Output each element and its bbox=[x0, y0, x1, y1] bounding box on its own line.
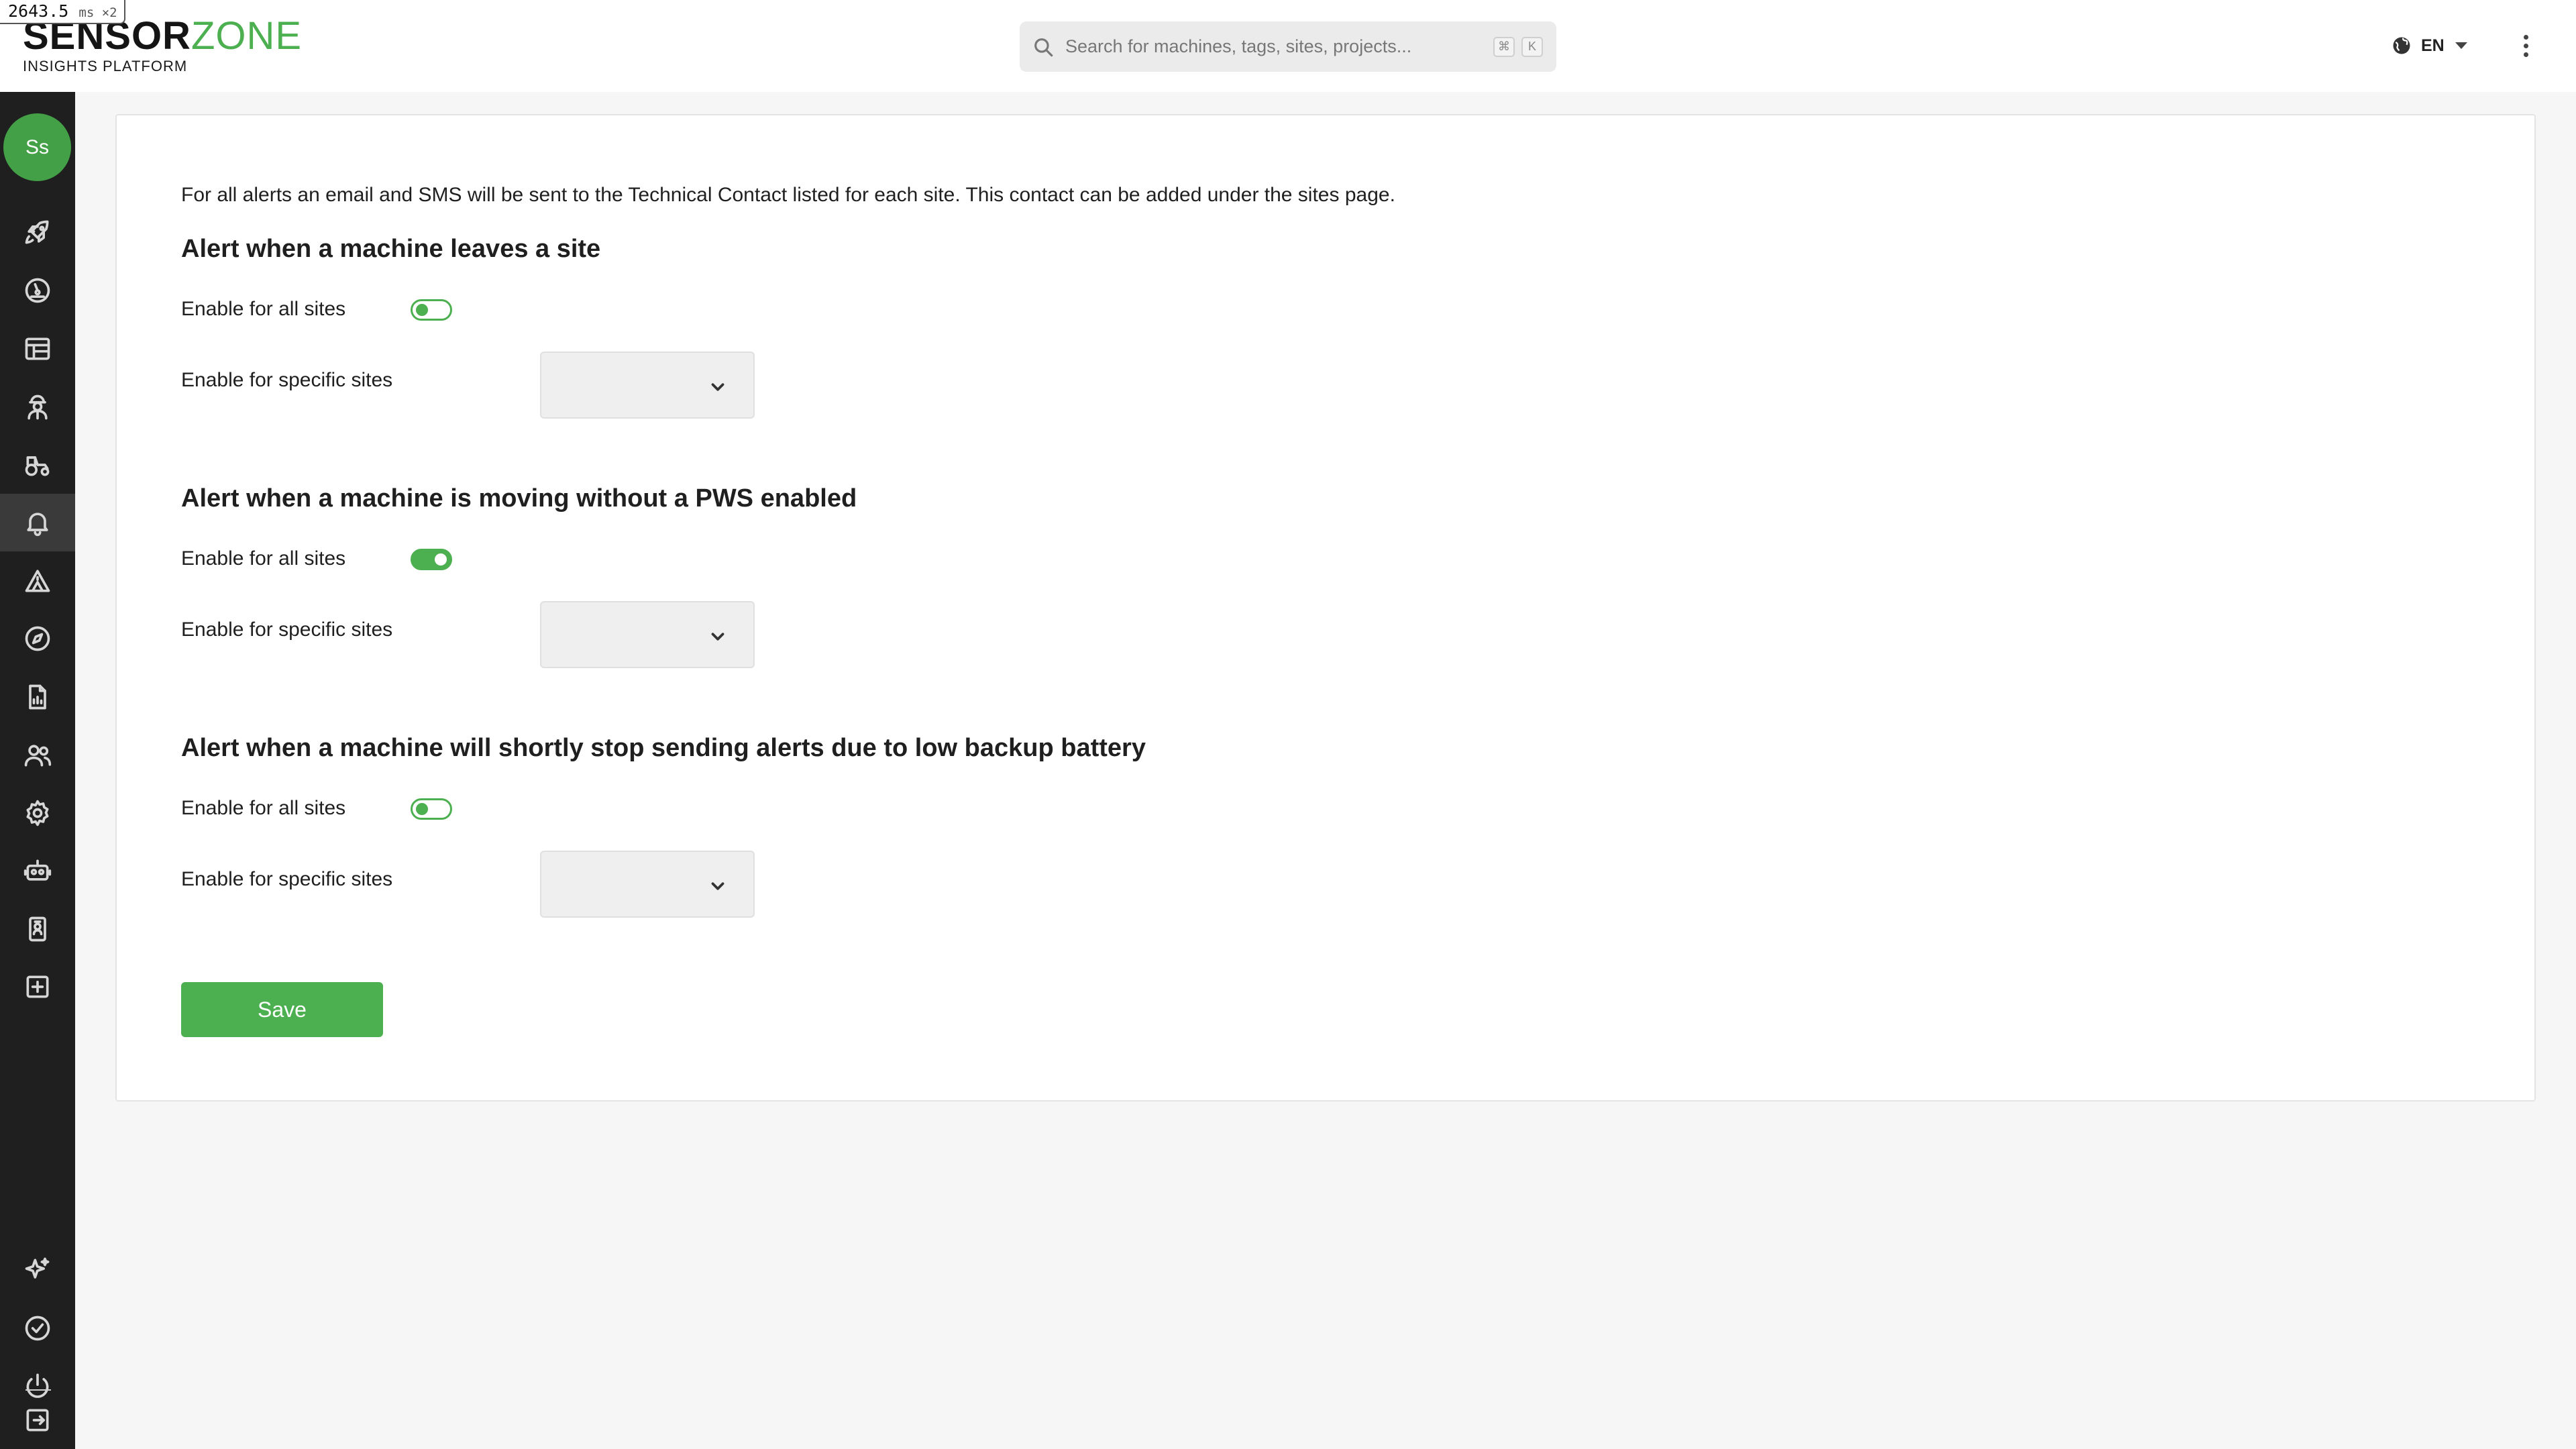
specific-sites-select[interactable] bbox=[540, 851, 755, 918]
alerts-settings-card: For all alerts an email and SMS will be … bbox=[115, 114, 2536, 1102]
section-title-bold: leaves a site bbox=[450, 235, 601, 263]
sidebar-item-add[interactable] bbox=[0, 958, 75, 1016]
alert-section-low-battery: Alert when a machine will shortly stop s… bbox=[181, 733, 1146, 918]
perf-unit: ms ×2 bbox=[78, 5, 117, 20]
language-label: EN bbox=[2421, 36, 2445, 55]
alert-section-leaves-site: Alert when a machine leaves a site Enabl… bbox=[181, 233, 755, 419]
search-bar[interactable]: ⌘ K bbox=[1020, 21, 1556, 72]
toggle-knob bbox=[416, 803, 428, 815]
globe-icon bbox=[2393, 37, 2410, 54]
tractor-icon bbox=[25, 456, 50, 476]
users-icon bbox=[24, 745, 52, 767]
section-title-prefix: Alert when a machine bbox=[181, 235, 451, 263]
sidebar-item-explore[interactable] bbox=[0, 610, 75, 667]
intro-text: For all alerts an email and SMS will be … bbox=[181, 184, 1395, 206]
sidebar-item-ai[interactable] bbox=[0, 1241, 75, 1299]
sidebar-item-badge[interactable] bbox=[0, 900, 75, 958]
enable-all-label: Enable for all sites bbox=[181, 797, 346, 819]
check-circle-icon bbox=[25, 1316, 50, 1341]
logout-icon bbox=[26, 1409, 49, 1432]
section-title: Alert when a machine leaves a site bbox=[181, 233, 600, 264]
gauge-icon bbox=[25, 278, 50, 303]
table-icon bbox=[25, 337, 50, 360]
sidebar-item-sites[interactable] bbox=[0, 552, 75, 610]
sidebar-item-dashboard[interactable] bbox=[0, 262, 75, 319]
enable-all-label: Enable for all sites bbox=[181, 547, 346, 570]
section-title-prefix: Alert when a machine will shortly stop s… bbox=[181, 734, 915, 762]
section-title-bold: PWS enabled bbox=[695, 484, 857, 513]
specific-sites-select[interactable] bbox=[540, 601, 755, 668]
enable-all-toggle[interactable] bbox=[411, 798, 452, 820]
logo-subtitle: INSIGHTS PLATFORM bbox=[23, 58, 188, 74]
shortcut-key-k: K bbox=[1521, 36, 1543, 57]
language-selector[interactable]: EN bbox=[2392, 31, 2467, 60]
specific-sites-label: Enable for specific sites bbox=[181, 619, 393, 641]
toggle-knob bbox=[435, 553, 447, 566]
sidebar-divider bbox=[25, 1389, 51, 1391]
site-icon bbox=[25, 570, 50, 592]
logo-light-text: ZONE bbox=[191, 14, 303, 58]
compass-icon bbox=[25, 626, 50, 651]
robot-icon bbox=[23, 859, 52, 881]
top-header: SENSORZONE INSIGHTS PLATFORM ⌘ K EN bbox=[0, 0, 2576, 92]
section-title-prefix: Alert when a machine is moving without a bbox=[181, 484, 696, 513]
specific-sites-select[interactable] bbox=[540, 352, 755, 419]
sidebar-item-documents[interactable] bbox=[0, 668, 75, 726]
plus-square-icon bbox=[26, 975, 49, 998]
document-chart-icon bbox=[29, 684, 46, 710]
chevron-down-icon bbox=[711, 383, 724, 391]
sidebar-item-operators[interactable] bbox=[0, 378, 75, 436]
enable-all-toggle[interactable] bbox=[411, 299, 452, 321]
caret-down-icon bbox=[2455, 42, 2467, 49]
sparkles-icon bbox=[25, 1257, 50, 1279]
section-title: Alert when a machine will shortly stop s… bbox=[181, 733, 1146, 763]
sidebar: Ss bbox=[0, 92, 75, 1449]
chevron-down-icon bbox=[711, 633, 724, 641]
sidebar-item-settings[interactable] bbox=[0, 784, 75, 842]
sidebar-item-machines[interactable] bbox=[0, 436, 75, 494]
section-title-bold: low backup battery bbox=[914, 734, 1146, 762]
sidebar-item-robot[interactable] bbox=[0, 842, 75, 900]
enable-all-label: Enable for all sites bbox=[181, 298, 346, 320]
avatar[interactable]: Ss bbox=[3, 113, 71, 181]
sidebar-item-logout[interactable] bbox=[0, 1391, 75, 1449]
enable-all-toggle[interactable] bbox=[411, 549, 452, 570]
perf-badge: 2643.5 ms ×2 bbox=[0, 0, 125, 24]
bell-icon bbox=[27, 513, 48, 537]
save-button[interactable]: Save bbox=[181, 982, 383, 1037]
alert-section-pws: Alert when a machine is moving without a… bbox=[181, 483, 857, 668]
shortcut-key-cmd: ⌘ bbox=[1493, 36, 1515, 57]
chevron-down-icon bbox=[711, 882, 724, 890]
perf-value: 2643.5 bbox=[8, 1, 69, 21]
search-icon bbox=[1034, 38, 1053, 56]
sidebar-item-check[interactable] bbox=[0, 1299, 75, 1357]
sidebar-item-users[interactable] bbox=[0, 727, 75, 784]
gear-icon bbox=[26, 800, 49, 826]
specific-sites-label: Enable for specific sites bbox=[181, 369, 393, 391]
sidebar-item-rocket[interactable] bbox=[0, 204, 75, 262]
worker-icon bbox=[28, 394, 48, 420]
rocket-icon bbox=[25, 220, 49, 244]
section-title: Alert when a machine is moving without a… bbox=[181, 483, 857, 514]
toggle-knob bbox=[416, 304, 428, 316]
specific-sites-label: Enable for specific sites bbox=[181, 868, 393, 890]
id-badge-icon bbox=[29, 916, 46, 942]
sidebar-item-alerts[interactable] bbox=[0, 494, 75, 551]
kebab-menu-icon[interactable] bbox=[2512, 31, 2539, 60]
sidebar-item-reports-table[interactable] bbox=[0, 320, 75, 378]
search-input[interactable] bbox=[1065, 36, 1493, 57]
